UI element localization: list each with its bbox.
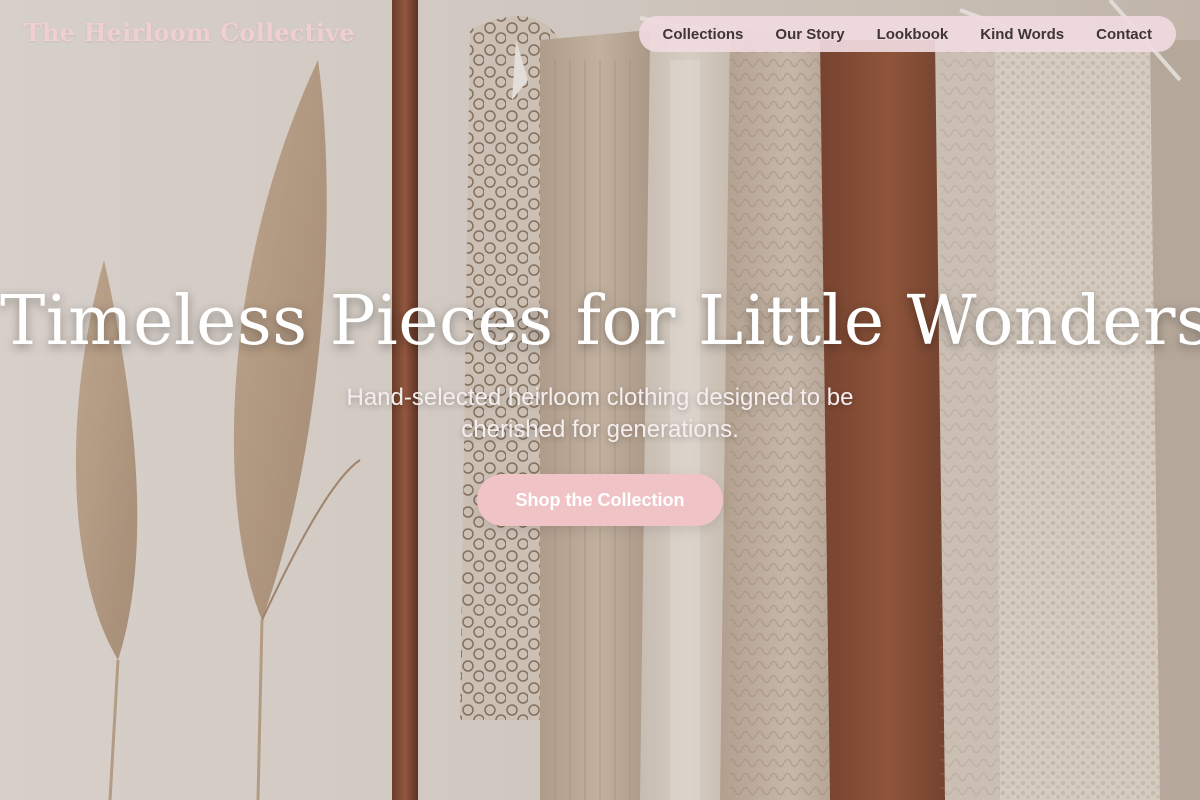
hero-title: Timeless Pieces for Little Wonders <box>0 282 1200 361</box>
hero-section: The Heirloom Collective Collections Our … <box>0 0 1200 800</box>
nav-kind-words[interactable]: Kind Words <box>964 26 1080 43</box>
main-nav: Collections Our Story Lookbook Kind Word… <box>638 16 1176 52</box>
nav-lookbook[interactable]: Lookbook <box>861 26 965 43</box>
nav-contact[interactable]: Contact <box>1080 26 1168 43</box>
nav-our-story[interactable]: Our Story <box>759 26 860 43</box>
hero-subtitle: Hand-selected heirloom clothing designed… <box>346 384 854 443</box>
shop-collection-button[interactable]: Shop the Collection <box>477 474 723 526</box>
nav-collections[interactable]: Collections <box>647 26 760 43</box>
brand-logo[interactable]: The Heirloom Collective <box>24 18 355 47</box>
